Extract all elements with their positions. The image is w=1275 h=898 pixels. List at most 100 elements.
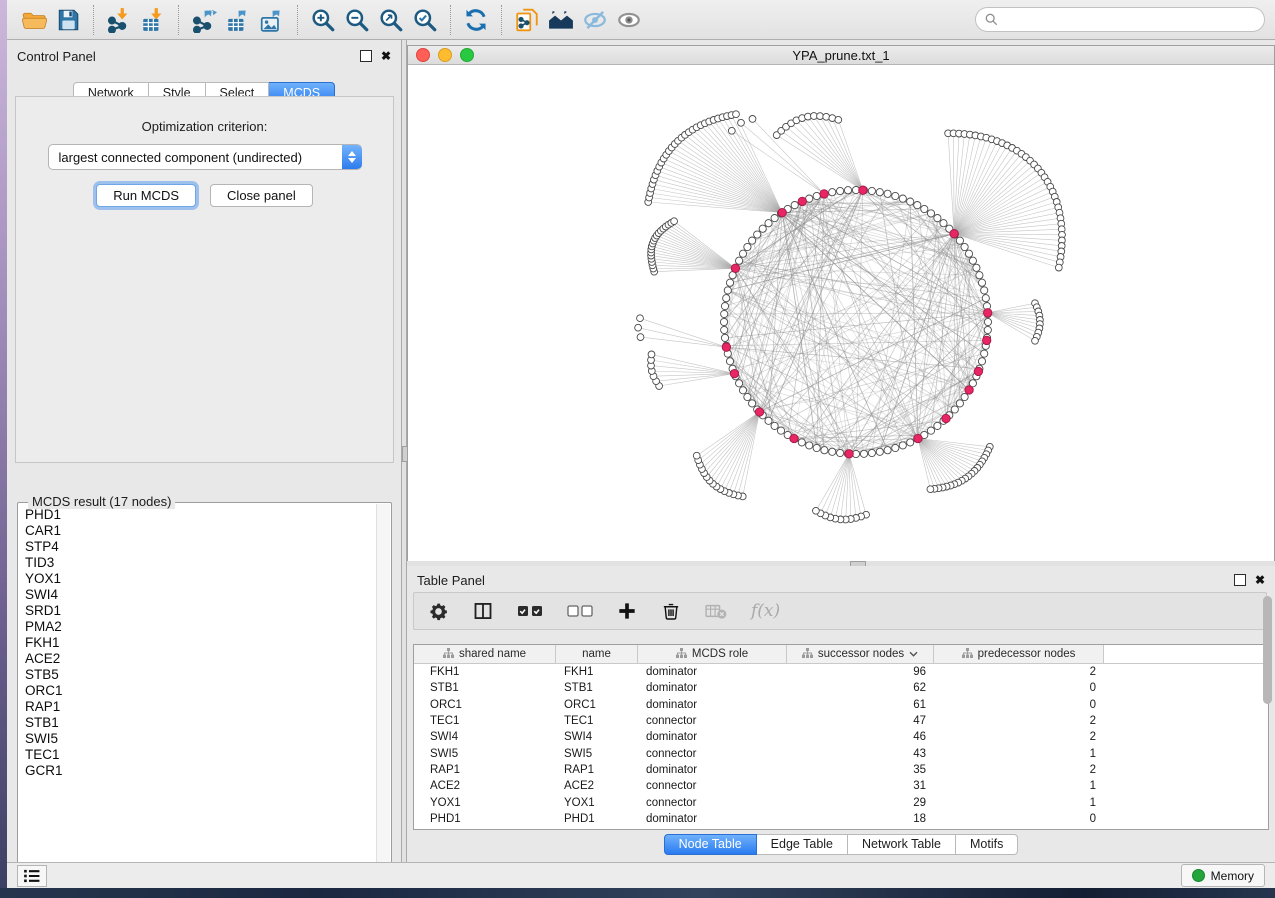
leaf-node[interactable]	[637, 315, 644, 322]
mcds-hub-node[interactable]	[798, 197, 806, 205]
ring-node[interactable]	[914, 202, 921, 209]
ring-node[interactable]	[798, 439, 805, 446]
leaf-node[interactable]	[1055, 264, 1062, 271]
table-row[interactable]: PHD1PHD1dominator180	[414, 811, 1268, 827]
mcds-result-item[interactable]: FKH1	[25, 635, 376, 651]
table-row[interactable]: TEC1TEC1connector472	[414, 713, 1268, 729]
ring-node[interactable]	[868, 449, 875, 456]
ring-node[interactable]	[927, 427, 934, 434]
ring-node[interactable]	[726, 279, 733, 286]
ring-node[interactable]	[765, 220, 772, 227]
search-box[interactable]	[975, 7, 1265, 32]
cell-shared-name[interactable]: SWI4	[414, 731, 556, 743]
cell-shared-name[interactable]: FKH1	[414, 666, 556, 678]
cell-mcds-role[interactable]: connector	[638, 780, 787, 792]
leaf-node[interactable]	[738, 119, 745, 126]
memory-button[interactable]: Memory	[1181, 864, 1265, 887]
mcds-hub-node[interactable]	[942, 414, 950, 422]
ring-node[interactable]	[726, 358, 733, 365]
mcds-result-scrollbar[interactable]	[376, 504, 390, 878]
mcds-hub-node[interactable]	[950, 230, 958, 238]
cell-shared-name[interactable]: RAP1	[414, 764, 556, 776]
table-row[interactable]: STB1STB1dominator620	[414, 680, 1268, 696]
cell-mcds-role[interactable]: connector	[638, 797, 787, 809]
gear-icon[interactable]	[428, 597, 449, 625]
ring-node[interactable]	[720, 318, 727, 325]
ring-node[interactable]	[771, 215, 778, 222]
ring-node[interactable]	[736, 380, 743, 387]
cell-shared-name[interactable]: SWI5	[414, 748, 556, 760]
export-table-icon[interactable]	[221, 4, 255, 36]
tab-node-table[interactable]: Node Table	[664, 834, 757, 855]
leaf-node[interactable]	[813, 507, 820, 514]
ring-node[interactable]	[892, 192, 899, 199]
mcds-result-item[interactable]: TID3	[25, 555, 376, 571]
column-header-shared-name[interactable]: shared name	[414, 645, 556, 663]
ring-node[interactable]	[739, 387, 746, 394]
cell-shared-name[interactable]: YOX1	[414, 797, 556, 809]
mcds-hub-node[interactable]	[845, 450, 853, 458]
ring-node[interactable]	[721, 303, 728, 310]
ring-node[interactable]	[907, 439, 914, 446]
ring-node[interactable]	[981, 287, 988, 294]
ring-node[interactable]	[813, 444, 820, 451]
ring-node[interactable]	[978, 279, 985, 286]
cell-mcds-role[interactable]: dominator	[638, 666, 787, 678]
leaf-node[interactable]	[817, 113, 824, 120]
cell-shared-name[interactable]: STB1	[414, 682, 556, 694]
cell-mcds-role[interactable]: dominator	[638, 699, 787, 711]
mcds-hub-node[interactable]	[731, 264, 739, 272]
mcds-hub-node[interactable]	[974, 367, 982, 375]
mcds-hub-node[interactable]	[820, 190, 828, 198]
mcds-result-item[interactable]: STB1	[25, 715, 376, 731]
mcds-hub-node[interactable]	[722, 343, 730, 351]
ring-node[interactable]	[844, 187, 851, 194]
table-row[interactable]: SWI4SWI4dominator462	[414, 729, 1268, 745]
ring-node[interactable]	[961, 393, 968, 400]
cell-name[interactable]: TEC1	[556, 715, 638, 727]
ring-node[interactable]	[837, 187, 844, 194]
select-all-checkboxes-icon[interactable]	[517, 597, 543, 625]
leaf-node[interactable]	[733, 111, 740, 118]
add-icon[interactable]	[617, 597, 637, 625]
split-columns-icon[interactable]	[473, 597, 493, 625]
leaf-node[interactable]	[835, 116, 842, 123]
table-scrollbar-thumb[interactable]	[1263, 596, 1272, 704]
column-header-predecessor-nodes[interactable]: predecessor nodes	[934, 645, 1104, 663]
export-network-icon[interactable]	[187, 4, 221, 36]
table-row[interactable]: RAP1RAP1dominator352	[414, 762, 1268, 778]
ring-node[interactable]	[876, 189, 883, 196]
ring-node[interactable]	[892, 444, 899, 451]
mcds-hub-node[interactable]	[914, 434, 922, 442]
ring-node[interactable]	[749, 237, 756, 244]
mcds-hub-node[interactable]	[755, 408, 763, 416]
cell-successor-nodes[interactable]: 18	[787, 813, 934, 825]
mcds-result-item[interactable]: STP4	[25, 539, 376, 555]
mcds-result-item[interactable]: SWI4	[25, 587, 376, 603]
ring-node[interactable]	[791, 202, 798, 209]
table-row[interactable]: SWI5SWI5connector431	[414, 745, 1268, 761]
table-row[interactable]: FKH1FKH1dominator962	[414, 664, 1268, 680]
hide-selected-icon[interactable]	[578, 4, 612, 36]
tab-motifs[interactable]: Motifs	[956, 834, 1018, 855]
cell-predecessor-nodes[interactable]: 2	[934, 764, 1104, 776]
cell-name[interactable]: PHD1	[556, 813, 638, 825]
cell-mcds-role[interactable]: connector	[638, 715, 787, 727]
ring-node[interactable]	[821, 447, 828, 454]
function-builder-icon[interactable]: f(x)	[751, 597, 780, 625]
mcds-result-item[interactable]: ACE2	[25, 651, 376, 667]
ring-node[interactable]	[759, 225, 766, 232]
ring-node[interactable]	[884, 190, 891, 197]
leaf-node[interactable]	[823, 113, 830, 120]
cell-name[interactable]: SWI4	[556, 731, 638, 743]
cell-predecessor-nodes[interactable]: 2	[934, 715, 1104, 727]
tab-edge-table[interactable]: Edge Table	[757, 834, 848, 855]
cell-name[interactable]: ACE2	[556, 780, 638, 792]
ring-node[interactable]	[899, 442, 906, 449]
leaf-node[interactable]	[728, 127, 735, 134]
leaf-node[interactable]	[648, 351, 655, 358]
close-panel-icon[interactable]: ✖	[381, 51, 391, 61]
ring-node[interactable]	[965, 250, 972, 257]
cell-predecessor-nodes[interactable]: 1	[934, 797, 1104, 809]
ring-node[interactable]	[927, 210, 934, 217]
